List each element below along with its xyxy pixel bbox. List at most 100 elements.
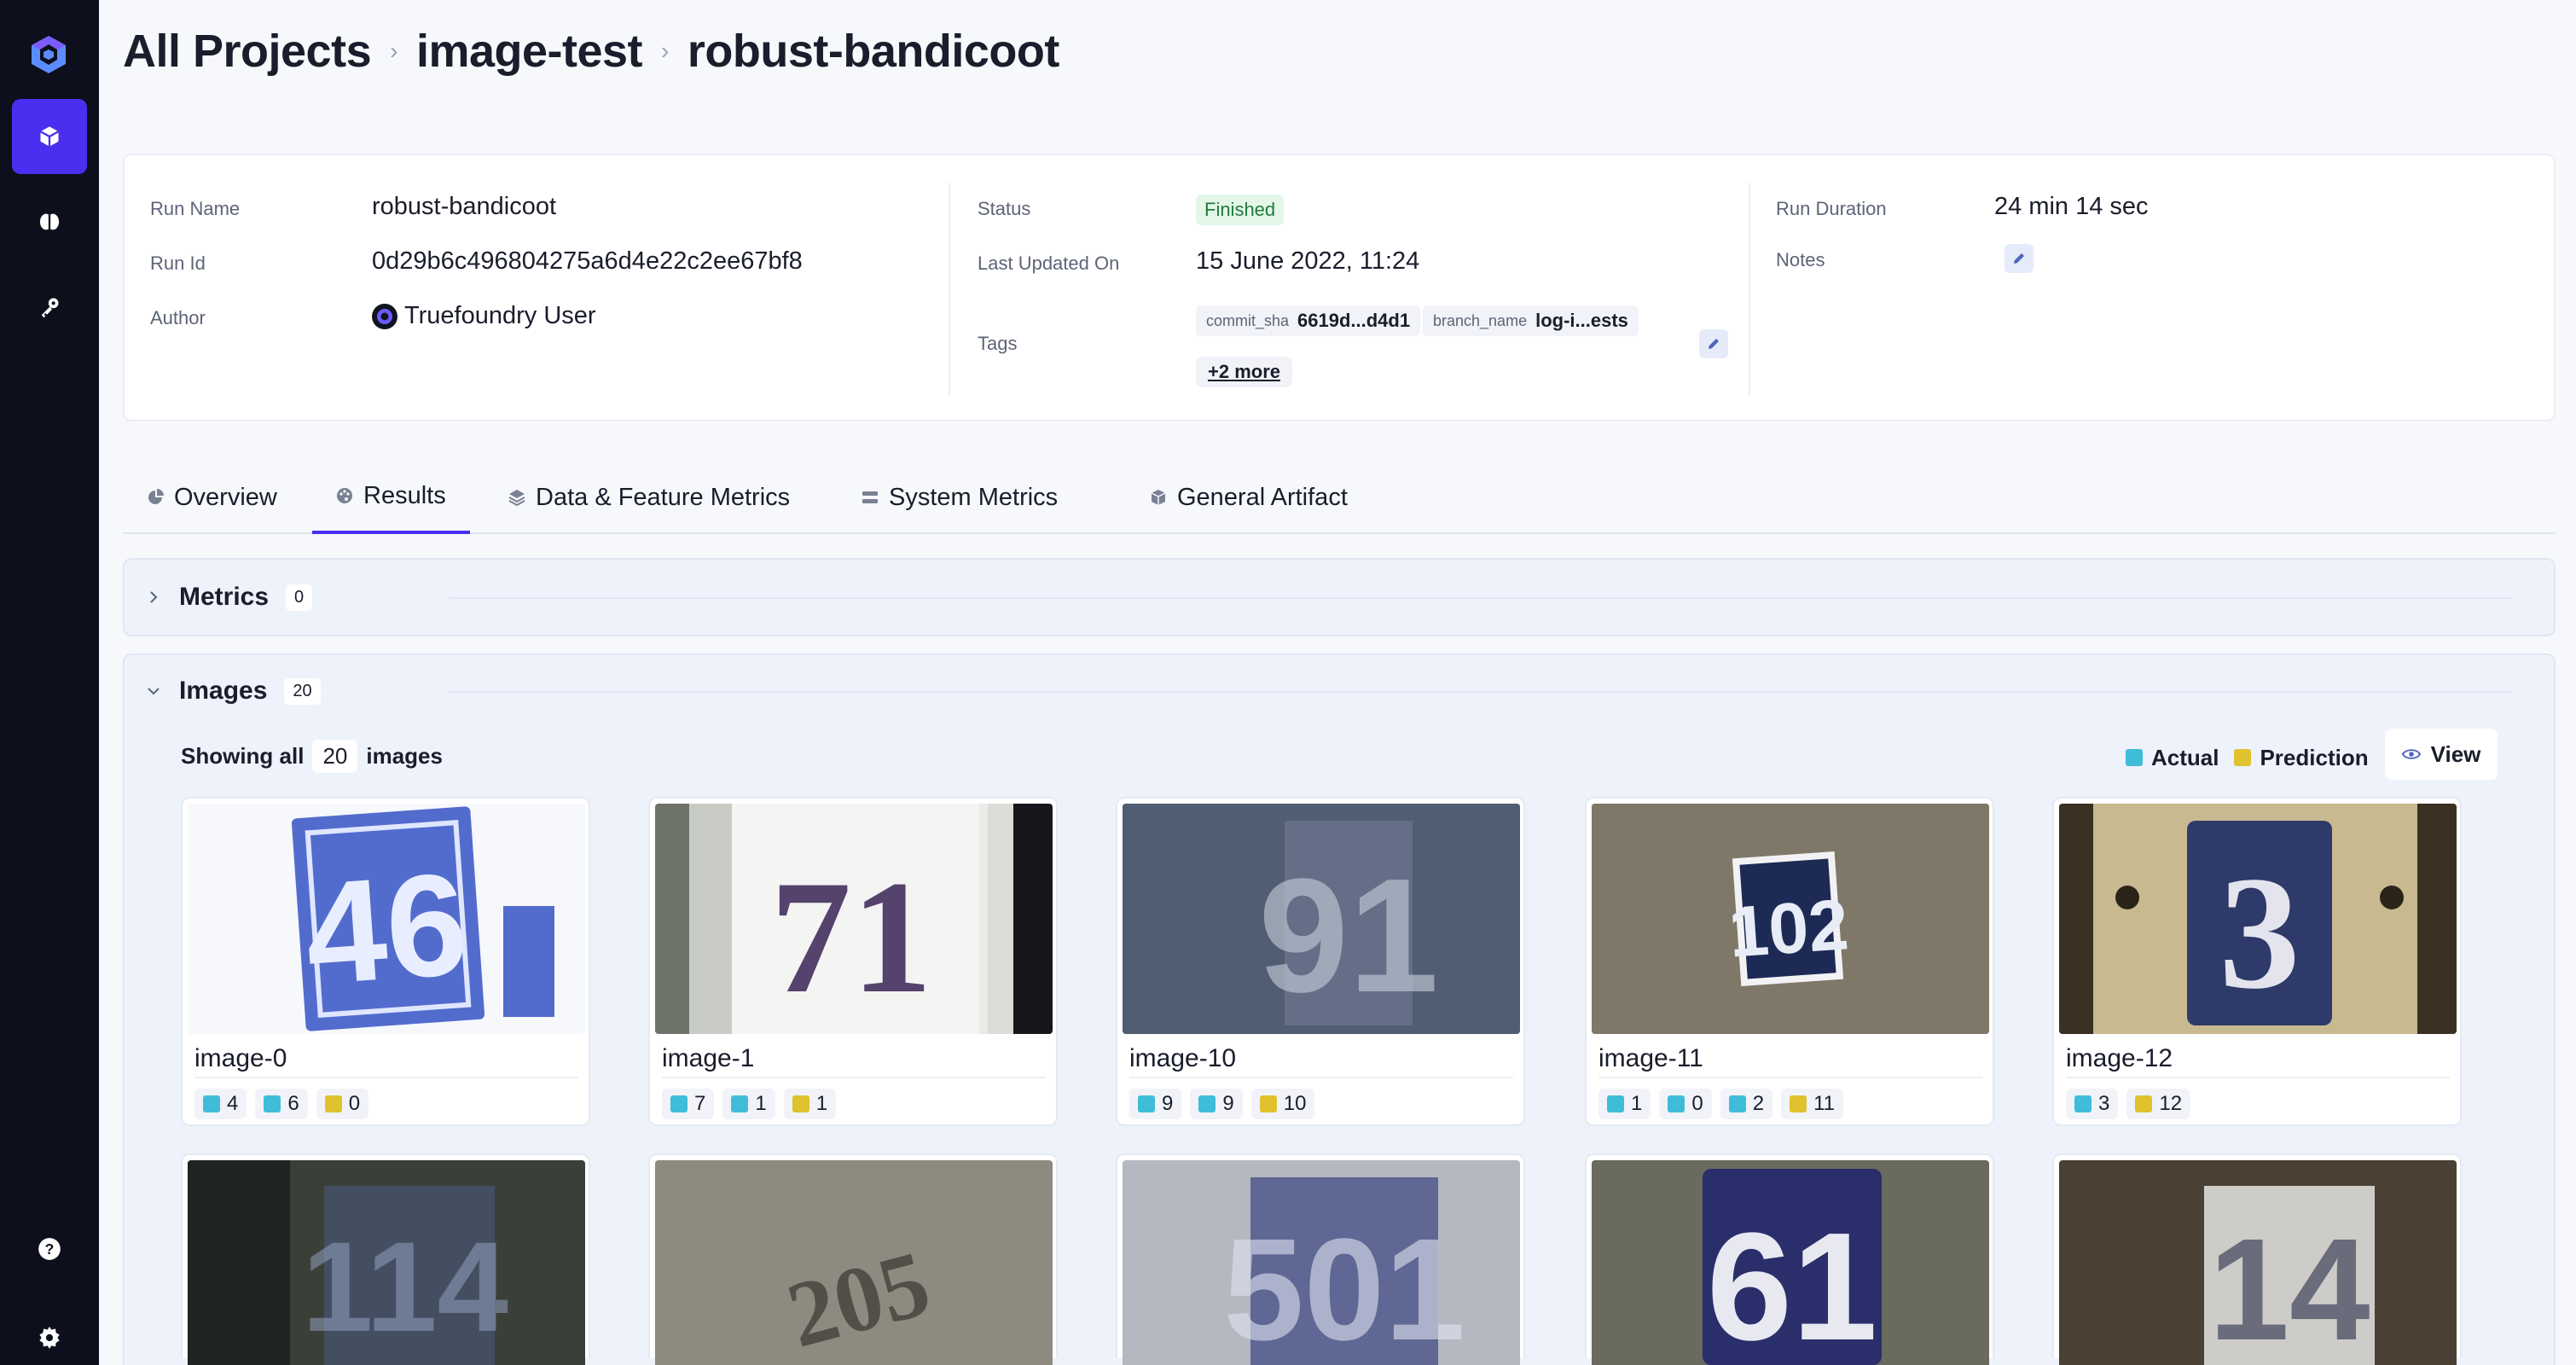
- tags-label: Tags: [978, 333, 1018, 354]
- author-name: Truefoundry User: [404, 302, 596, 329]
- breadcrumb-run: robust-bandicoot: [687, 26, 1059, 77]
- chip-value: 11: [1813, 1092, 1835, 1115]
- image-card[interactable]: 501: [1116, 1153, 1525, 1365]
- sidebar-item-models[interactable]: [12, 184, 87, 259]
- chip-value: 9: [1162, 1092, 1174, 1115]
- tab-label: Overview: [174, 483, 277, 511]
- svg-text:71: 71: [770, 848, 932, 1027]
- actual-chip: 0: [1659, 1089, 1712, 1119]
- view-label: View: [2430, 741, 2481, 767]
- image-card[interactable]: 91 image-10 9 9 10: [1116, 797, 1525, 1126]
- actual-chip: 3: [2066, 1089, 2119, 1119]
- tab-general-artifact[interactable]: General Artifact: [1126, 461, 1372, 534]
- tab-data-feature-metrics[interactable]: Data & Feature Metrics: [484, 461, 814, 534]
- prediction-chip: 10: [1250, 1089, 1315, 1119]
- svg-text:114: 114: [302, 1215, 508, 1358]
- tab-overview[interactable]: Overview: [123, 461, 301, 534]
- chip-value: 9: [1222, 1092, 1234, 1115]
- image-thumbnail: 71: [655, 804, 1053, 1034]
- pie-chart-icon: [148, 489, 164, 504]
- help-icon: ?: [38, 1238, 61, 1260]
- sidebar-item-api-keys[interactable]: [12, 270, 87, 345]
- view-button[interactable]: View: [2385, 729, 2498, 780]
- chip-value: 3: [2098, 1092, 2110, 1115]
- chip-value: 10: [1283, 1092, 1307, 1115]
- svg-text:14: 14: [2208, 1209, 2370, 1365]
- run-tabs: Overview Results Data & Feature Metrics …: [123, 461, 2556, 534]
- chip-value: 0: [348, 1092, 361, 1115]
- image-card[interactable]: 3 image-12 3 12: [2052, 797, 2462, 1126]
- layers-icon: [508, 490, 525, 506]
- tag-value: log-i...ests: [1535, 310, 1628, 331]
- tab-system-metrics[interactable]: System Metrics: [838, 461, 1082, 534]
- chevron-right-icon: ›: [661, 38, 669, 64]
- showing-count: 20: [312, 739, 358, 773]
- settings-button[interactable]: [12, 1300, 87, 1365]
- prediction-chip: 12: [2126, 1089, 2191, 1119]
- tab-label: Data & Feature Metrics: [536, 483, 791, 511]
- edit-notes-button[interactable]: [2005, 244, 2034, 273]
- images-summary: Showing all 20 images: [181, 739, 443, 773]
- actual-swatch: [2126, 749, 2143, 766]
- image-thumbnail: 3: [2059, 804, 2457, 1034]
- legend-actual: Actual: [2151, 744, 2219, 770]
- metrics-section-header[interactable]: Metrics 0: [145, 560, 313, 635]
- actual-chip: 2: [1720, 1089, 1773, 1119]
- breadcrumb-project[interactable]: image-test: [416, 25, 643, 78]
- chip-value: 1: [815, 1092, 828, 1115]
- truefoundry-logo[interactable]: [28, 34, 69, 75]
- image-card[interactable]: 14: [2052, 1153, 2462, 1365]
- breadcrumb-all-projects[interactable]: All Projects: [123, 25, 372, 78]
- tab-results[interactable]: Results: [312, 461, 470, 534]
- status-badge: Finished: [1196, 195, 1285, 225]
- chip-value: 7: [694, 1092, 706, 1115]
- prediction-swatch: [1790, 1095, 1807, 1112]
- image-thumbnail: 501: [1123, 1160, 1520, 1365]
- chevron-right-icon: ›: [390, 38, 397, 64]
- actual-chip: 6: [255, 1089, 308, 1119]
- run-id-value: 0d29b6c496804275a6d4e22c2ee67bf8: [372, 247, 803, 275]
- image-card[interactable]: 102 image-11 1 0 2 11: [1585, 797, 1994, 1126]
- box-icon: [1151, 490, 1166, 505]
- svg-text:91: 91: [1258, 845, 1438, 1026]
- run-info-card: Run Name robust-bandicoot Run Id 0d29b6c…: [123, 154, 2556, 421]
- actual-chip: 1: [722, 1089, 775, 1119]
- actual-swatch: [1138, 1095, 1155, 1112]
- key-icon: [41, 298, 59, 318]
- tag-key: commit_sha: [1206, 311, 1290, 329]
- svg-text:102: 102: [1726, 884, 1851, 973]
- last-updated-value: 15 June 2022, 11:24: [1196, 247, 1420, 275]
- more-tags-link[interactable]: +2 more: [1196, 357, 1292, 387]
- chip-value: 12: [2159, 1092, 2183, 1115]
- prediction-chip: 1: [783, 1089, 837, 1119]
- sidebar-item-projects[interactable]: [12, 99, 87, 174]
- chevron-down-icon: [148, 688, 160, 695]
- label-chips: 7 1 1: [662, 1089, 837, 1119]
- column-divider: [1749, 183, 1750, 396]
- run-duration-value: 24 min 14 sec: [1994, 193, 2149, 220]
- images-section-header[interactable]: Images 20: [145, 655, 321, 727]
- edit-tags-button[interactable]: [1699, 329, 1728, 358]
- image-card[interactable]: 46 image-0 4 6 0: [181, 797, 590, 1126]
- server-icon: [862, 491, 878, 503]
- pencil-icon: [1709, 339, 1719, 349]
- image-name: image-12: [2066, 1044, 2173, 1072]
- image-card[interactable]: 61: [1585, 1153, 1994, 1365]
- help-button[interactable]: ?: [12, 1211, 87, 1287]
- image-card[interactable]: 71 image-1 7 1 1: [648, 797, 1058, 1126]
- chip-value: 1: [755, 1092, 767, 1115]
- actual-swatch: [203, 1095, 220, 1112]
- svg-text:3: 3: [2219, 844, 2300, 1023]
- breadcrumb: All Projects › image-test › robust-bandi…: [123, 22, 1059, 80]
- image-card[interactable]: 205: [648, 1153, 1058, 1365]
- image-thumbnail: 91: [1123, 804, 1520, 1034]
- actual-swatch: [1728, 1095, 1746, 1112]
- image-thumbnail: 102: [1592, 804, 1989, 1034]
- prediction-swatch: [792, 1095, 809, 1112]
- image-card[interactable]: 114: [181, 1153, 590, 1365]
- tab-label: General Artifact: [1177, 483, 1348, 511]
- images-section: Images 20 Showing all 20 images Actual P…: [123, 653, 2556, 1365]
- sidebar: ?: [0, 0, 99, 1365]
- actual-swatch: [1607, 1095, 1624, 1112]
- label-chips: 1 0 2 11: [1598, 1089, 1843, 1119]
